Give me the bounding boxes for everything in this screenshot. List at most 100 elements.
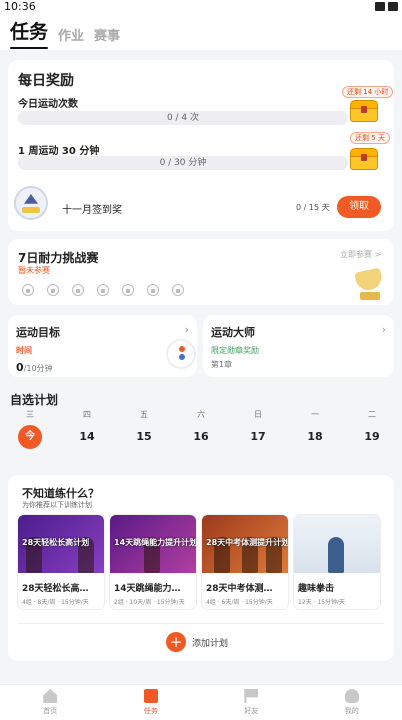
- plus-icon: +: [166, 632, 186, 652]
- lock-icon: [97, 284, 109, 296]
- goal-title: 运动目标: [16, 326, 60, 339]
- challenge-status: 暂未参赛: [18, 266, 50, 275]
- goal-ring-icon: [166, 339, 196, 369]
- add-plan-button[interactable]: + 添加计划: [166, 632, 228, 652]
- signin-count: 0 / 15 天: [296, 203, 330, 212]
- goal-tag: 时间: [16, 346, 32, 355]
- flag-icon: [244, 689, 259, 703]
- week-calendar: 三今 四 14 五 15 六 16 日 17 一 18 二 19: [8, 409, 394, 449]
- goal-value: 0/10分钟: [16, 361, 53, 374]
- plan-overlay-text: 28天轻松长高计划: [22, 538, 90, 547]
- claim-button[interactable]: 领取: [337, 196, 381, 218]
- lock-icon: [172, 284, 184, 296]
- weekly-time-label: 1 周运动 30 分钟: [18, 146, 100, 157]
- weekday-label: 四: [83, 410, 91, 419]
- daily-count-badge: 还剩 14 小时: [342, 86, 394, 98]
- calendar-day[interactable]: 四 14: [73, 409, 101, 449]
- plan-name: 28天轻松长高…: [22, 584, 89, 594]
- daily-count-label: 今日运动次数: [18, 99, 78, 110]
- task-icon: [143, 689, 158, 703]
- top-tabs: 任务 作业 赛事: [0, 14, 402, 50]
- treasure-chest-icon[interactable]: [350, 100, 378, 122]
- join-challenge-link[interactable]: 立即参赛 >: [340, 249, 381, 260]
- day-number: 19: [364, 430, 380, 443]
- home-icon: [43, 689, 58, 703]
- lock-icon: [47, 284, 59, 296]
- user-icon: [344, 689, 359, 703]
- weekday-label: 二: [368, 410, 376, 419]
- goal-card[interactable]: 运动目标 › 时间 0/10分钟: [8, 315, 197, 377]
- tabbar-item-mine[interactable]: 我的: [327, 685, 377, 720]
- tabbar-label: 任务: [143, 707, 158, 715]
- day-number: 今: [18, 425, 42, 449]
- plan-meta: 4组 · 6天/周 · 15分钟/天: [206, 599, 273, 606]
- tabbar-item-home[interactable]: 首页: [25, 685, 75, 720]
- plan-card[interactable]: 28天轻松长高计划 28天轻松长高… 4组 · 8天/周 · 15分钟/天: [18, 515, 104, 609]
- recommend-card: 不知道练什么？ 为你推荐以下训练计划 28天轻松长高计划 28天轻松长高… 4组…: [8, 475, 394, 661]
- add-plan-label: 添加计划: [192, 638, 229, 649]
- goal-value-unit: /10分钟: [23, 364, 53, 373]
- weekday-label: 六: [197, 410, 205, 419]
- challenge-days: [22, 284, 184, 296]
- plan-meta: 12天 · 15分钟/天: [298, 599, 346, 606]
- calendar-day[interactable]: 三今: [16, 409, 44, 449]
- status-time: 10:36: [4, 0, 36, 13]
- lock-icon: [72, 284, 84, 296]
- tabbar-label: 我的: [344, 707, 359, 715]
- calendar-day[interactable]: 六 16: [187, 409, 215, 449]
- day-number: 15: [136, 430, 152, 443]
- plan-thumbnail: 28天中考体测提升计划: [202, 515, 288, 573]
- plan-overlay-text: 28天中考体测提升计划: [206, 538, 288, 547]
- challenge-card[interactable]: 7日耐力挑战赛 暂未参赛 立即参赛 >: [8, 239, 394, 305]
- chevron-right-icon: ›: [381, 323, 386, 336]
- calendar-day[interactable]: 一 18: [301, 409, 329, 449]
- weekday-label: 五: [140, 410, 148, 419]
- master-tag: 限定勋章奖励: [211, 346, 259, 355]
- tabbar-item-tasks[interactable]: 任务: [126, 685, 176, 720]
- treasure-chest-icon[interactable]: [350, 148, 378, 170]
- weekday-label: 日: [254, 410, 262, 419]
- tab-tasks[interactable]: 任务: [10, 17, 49, 49]
- plan-card[interactable]: 14天跳绳能力提升计划 14天跳绳能力… 2组 · 10天/周 · 15分钟/天: [110, 515, 196, 609]
- lock-icon: [122, 284, 134, 296]
- bottom-tabbar: 首页 任务 好友 我的: [0, 684, 402, 720]
- plan-meta: 4组 · 8天/周 · 15分钟/天: [22, 599, 89, 606]
- tabbar-label: 首页: [43, 707, 58, 715]
- plan-name: 趣味拳击: [298, 584, 335, 594]
- day-number: 14: [79, 430, 95, 443]
- tabbar-item-friends[interactable]: 好友: [226, 685, 276, 720]
- signin-label: 十一月签到奖: [62, 205, 122, 216]
- chevron-right-icon: ›: [184, 323, 189, 336]
- weekly-time-badge: 还剩 5 天: [350, 132, 390, 144]
- day-number: 16: [193, 430, 209, 443]
- plan-card[interactable]: 趣味拳击 12天 · 15分钟/天: [294, 515, 380, 609]
- plan-name: 14天跳绳能力…: [114, 584, 181, 594]
- plan-thumbnail: 28天轻松长高计划: [18, 515, 104, 573]
- tabbar-label: 好友: [244, 707, 259, 715]
- master-card[interactable]: 运动大师 › 限定勋章奖励 第1章: [203, 315, 394, 377]
- status-bar: 10:36: [0, 0, 402, 14]
- calendar-day[interactable]: 日 17: [244, 409, 272, 449]
- plan-thumbnail: 14天跳绳能力提升计划: [110, 515, 196, 573]
- plan-list: 28天轻松长高计划 28天轻松长高… 4组 · 8天/周 · 15分钟/天 14…: [18, 515, 380, 609]
- day-number: 18: [307, 430, 323, 443]
- weekday-label: 三: [26, 410, 34, 419]
- goal-value-number: 0: [16, 361, 24, 374]
- calendar-day[interactable]: 二 19: [358, 409, 386, 449]
- divider: [18, 623, 384, 624]
- plan-card[interactable]: 28天中考体测提升计划 28天中考体测… 4组 · 6天/周 · 15分钟/天: [202, 515, 288, 609]
- weekday-label: 一: [311, 410, 319, 419]
- recommend-title: 不知道练什么？: [22, 487, 99, 500]
- tab-homework[interactable]: 作业: [58, 25, 84, 44]
- plan-overlay-text: 14天跳绳能力提升计划: [114, 538, 196, 547]
- plan-meta: 2组 · 10天/周 · 15分钟/天: [114, 599, 185, 606]
- master-title: 运动大师: [211, 326, 255, 339]
- challenge-title: 7日耐力挑战赛: [18, 251, 99, 265]
- status-icons: [375, 2, 398, 11]
- daily-reward-title: 每日奖励: [18, 73, 74, 89]
- calendar-day[interactable]: 五 15: [130, 409, 158, 449]
- lock-icon: [147, 284, 159, 296]
- tab-events[interactable]: 赛事: [94, 25, 120, 44]
- battery-icon: [388, 2, 398, 11]
- plan-thumbnail: [294, 515, 380, 573]
